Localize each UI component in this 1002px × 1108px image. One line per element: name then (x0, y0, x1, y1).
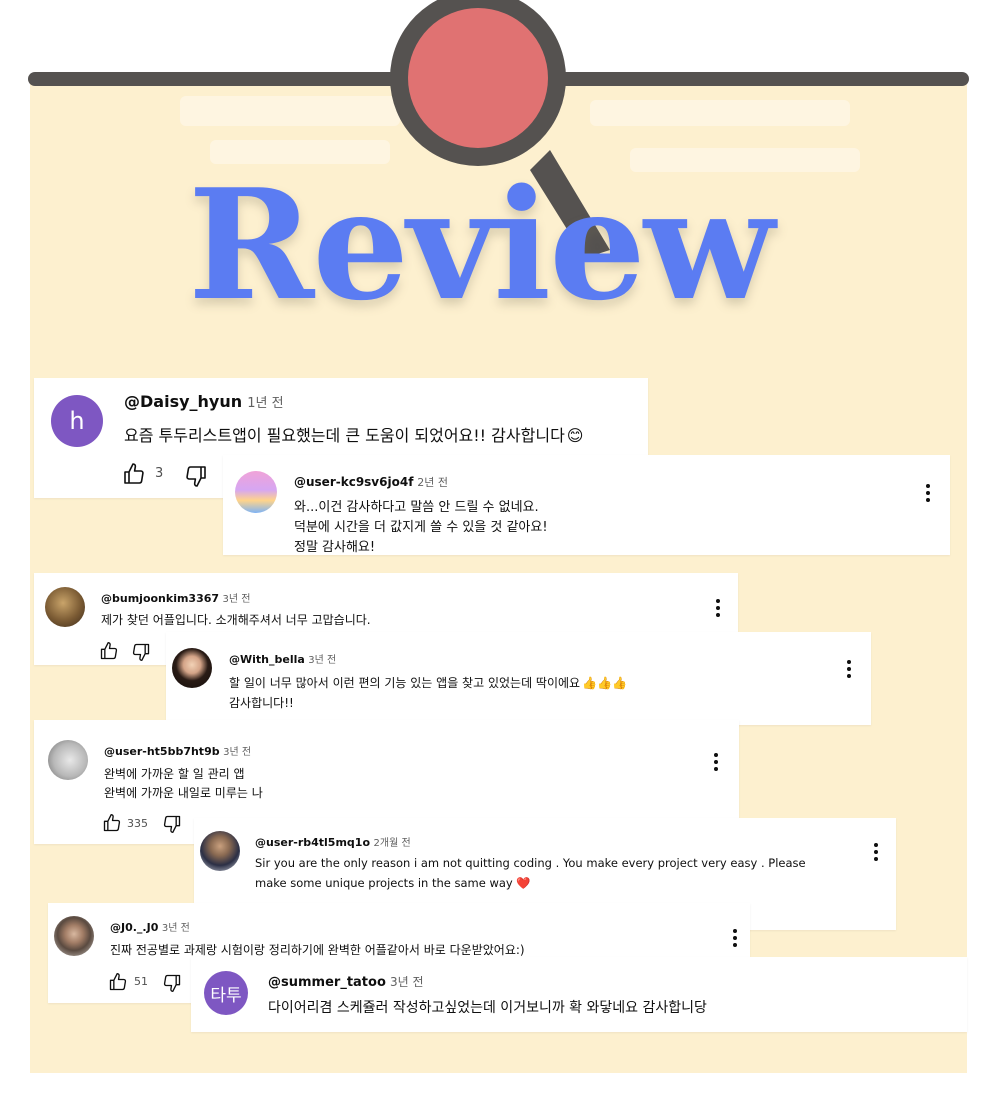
like-button[interactable] (99, 641, 119, 661)
thumbs-up-icon (124, 463, 144, 484)
comment-author[interactable]: @user-rb4tl5mq1o (255, 836, 370, 849)
comment-body: 다이어리겸 스케쥴러 작성하고싶었는데 이거보니까 확 와닿네요 감사합니당 (268, 1000, 707, 1016)
comment-header: @summer_tatoo 3년 전 (268, 973, 424, 990)
like-count: 335 (127, 817, 148, 830)
dislike-button[interactable] (184, 464, 208, 488)
avatar[interactable] (48, 740, 88, 780)
thumbs-up-emoji: 👍👍👍 (582, 676, 627, 690)
comment-header: @user-kc9sv6jo4f 2년 전 (294, 474, 448, 490)
comment-header: @user-rb4tl5mq1o 2개월 전 (255, 834, 411, 849)
comment-author[interactable]: @Daisy_hyun (124, 392, 242, 411)
review-title: Review (188, 155, 775, 334)
comment-line: 완벽에 가까운 할 일 관리 앱 (104, 767, 245, 781)
heart-emoji: ❤️ (516, 876, 531, 890)
more-vertical-icon[interactable] (846, 660, 852, 678)
avatar[interactable] (45, 587, 85, 627)
thumbs-up-icon (103, 814, 121, 832)
dislike-button[interactable] (162, 973, 182, 993)
dislike-button[interactable] (162, 814, 182, 834)
more-vertical-icon[interactable] (713, 753, 719, 771)
avatar-letter: h (69, 407, 85, 435)
comment-line: 할 일이 너무 많아서 이런 편의 기능 있는 앱을 찾고 있었는데 딱이에요 👍… (229, 674, 627, 691)
comment-line: make some unique projects in the same wa… (255, 876, 531, 890)
thumbs-up-icon (100, 642, 118, 660)
avatar[interactable]: 타투 (204, 971, 248, 1015)
more-vertical-icon[interactable] (873, 843, 879, 861)
like-button[interactable] (122, 462, 146, 486)
dislike-button[interactable] (131, 642, 151, 662)
comment-author[interactable]: @user-ht5bb7ht9b (104, 745, 220, 758)
thumbs-down-icon (186, 466, 206, 487)
more-vertical-icon[interactable] (925, 484, 931, 502)
avatar[interactable] (54, 916, 94, 956)
thumbs-down-icon (163, 815, 181, 833)
thumbs-up-icon (109, 973, 127, 991)
comment-card-kc9sv: @user-kc9sv6jo4f 2년 전 와...이건 감사하다고 말씀 안 … (223, 455, 950, 555)
avatar[interactable] (172, 648, 212, 688)
comment-line: 정말 감사해요! (294, 540, 376, 555)
comment-time[interactable]: 3년 전 (162, 923, 190, 934)
comment-header: @user-ht5bb7ht9b 3년 전 (104, 743, 251, 758)
like-button[interactable] (108, 972, 128, 992)
avatar[interactable]: h (51, 395, 103, 447)
like-count: 3 (155, 466, 164, 481)
like-button[interactable] (102, 813, 122, 833)
comment-line: 와...이건 감사하다고 말씀 안 드릴 수 없네요. (294, 500, 539, 515)
comment-header: @J0._.J0 3년 전 (110, 919, 190, 934)
comment-time[interactable]: 3년 전 (223, 594, 251, 605)
thumbs-down-icon (132, 643, 150, 661)
comment-header: @bumjoonkim3367 3년 전 (101, 590, 251, 605)
comment-line: 덕분에 시간을 더 값지게 쓸 수 있을 것 같아요! (294, 520, 548, 535)
avatar[interactable] (235, 471, 277, 513)
comment-author[interactable]: @With_bella (229, 653, 305, 666)
thumbs-down-icon (163, 974, 181, 992)
comment-header: @With_bella 3년 전 (229, 651, 336, 666)
comment-line: 감사합니다!! (229, 696, 294, 710)
comment-text: 요즘 투두리스트앱이 필요했는데 큰 도움이 되었어요!! 감사합니다 😊 (124, 422, 583, 446)
comment-time[interactable]: 2개월 전 (374, 838, 411, 849)
comment-line: Sir you are the only reason i am not qui… (255, 856, 806, 870)
comment-time[interactable]: 2년 전 (417, 476, 448, 489)
smile-emoji: 😊 (566, 426, 584, 445)
comment-body: 진짜 전공별로 과제랑 시험이랑 정리하기에 완벽한 어플같아서 바로 다운받았… (110, 943, 525, 957)
comment-time[interactable]: 3년 전 (308, 655, 336, 666)
comment-header: @Daisy_hyun 1년 전 (124, 392, 284, 411)
comment-line: 완벽에 가까운 내일로 미루는 나 (104, 786, 263, 800)
comment-time[interactable]: 3년 전 (223, 747, 251, 758)
more-vertical-icon[interactable] (732, 929, 738, 947)
comment-time[interactable]: 3년 전 (390, 975, 424, 989)
avatar[interactable] (200, 831, 240, 871)
comment-card-bella: @With_bella 3년 전 할 일이 너무 많아서 이런 편의 기능 있는… (166, 632, 871, 725)
comment-author[interactable]: @summer_tatoo (268, 975, 386, 990)
comment-body: 요즘 투두리스트앱이 필요했는데 큰 도움이 되었어요!! 감사합니다 (124, 426, 565, 445)
comment-body: 제가 찾던 어플입니다. 소개해주셔서 너무 고맙습니다. (101, 613, 371, 627)
comment-body: make some unique projects in the same wa… (255, 876, 513, 890)
like-count: 51 (134, 975, 148, 988)
comment-body: 할 일이 너무 많아서 이런 편의 기능 있는 앱을 찾고 있었는데 딱이에요 (229, 676, 581, 690)
avatar-letter: 타투 (210, 985, 242, 1006)
more-vertical-icon[interactable] (715, 599, 721, 617)
comment-time[interactable]: 1년 전 (247, 396, 283, 411)
comment-author[interactable]: @J0._.J0 (110, 921, 158, 934)
comment-card-summer: 타투 @summer_tatoo 3년 전 다이어리겸 스케쥴러 작성하고싶었는… (191, 957, 967, 1032)
comment-author[interactable]: @bumjoonkim3367 (101, 592, 219, 605)
comment-author[interactable]: @user-kc9sv6jo4f (294, 475, 413, 489)
